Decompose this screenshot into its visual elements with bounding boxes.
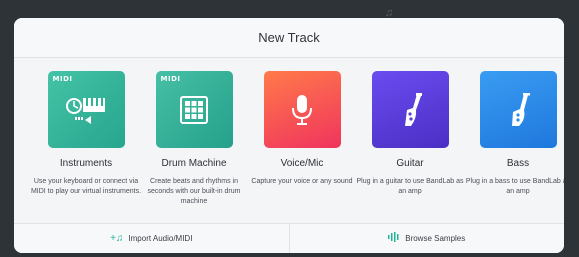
card-description: Plug in a bass to use BandLab as an amp [465, 178, 564, 195]
voice-mic-tile[interactable] [263, 71, 341, 148]
browse-label: Browse Samples [405, 234, 466, 243]
card-title: Drum Machine [161, 158, 227, 169]
card-guitar[interactable]: Guitar Plug in a guitar to use BandLab a… [356, 71, 464, 222]
modal-title: New Track [258, 30, 320, 45]
card-description: Use your keyboard or connect via MIDI to… [30, 178, 142, 195]
card-description: Plug in a guitar to use BandLab as an am… [356, 178, 464, 195]
modal-footer: +♫ Import Audio/MIDI Browse Samples [14, 223, 564, 253]
bass-icon [512, 92, 530, 126]
browse-samples-button[interactable]: Browse Samples [288, 224, 565, 253]
waveform-icon [388, 232, 400, 245]
card-title: Voice/Mic [280, 158, 324, 169]
drum-pads-icon [180, 95, 208, 124]
bass-tile[interactable] [479, 71, 557, 148]
track-type-cards: MIDI Instruments Use your keyboard or co… [14, 58, 564, 222]
new-track-modal: New Track MIDI Instruments Use your keyb… [14, 18, 564, 253]
card-voice-mic[interactable]: Voice/Mic Capture your voice or any soun… [248, 71, 356, 222]
card-title: Guitar [396, 158, 424, 169]
card-drum-machine[interactable]: MIDI Drum Machine Create beats and rhyth… [140, 71, 248, 222]
music-plus-icon: +♫ [110, 233, 124, 244]
midi-badge: MIDI [52, 75, 73, 83]
guitar-icon [405, 92, 422, 126]
midi-badge: MIDI [160, 75, 181, 83]
drum-machine-tile[interactable]: MIDI [155, 71, 233, 148]
card-title: Bass [506, 158, 530, 169]
instruments-tile[interactable]: MIDI [47, 71, 125, 148]
guitar-tile[interactable] [371, 71, 449, 148]
import-label: Import Audio/MIDI [128, 234, 193, 243]
card-description: Capture your voice or any sound [251, 178, 353, 185]
card-instruments[interactable]: MIDI Instruments Use your keyboard or co… [30, 71, 142, 222]
modal-header: New Track [14, 18, 564, 58]
import-audio-midi-button[interactable]: +♫ Import Audio/MIDI [14, 224, 289, 253]
microphone-icon [292, 94, 312, 125]
piano-trumpet-icon [66, 97, 105, 124]
card-bass[interactable]: Bass Plug in a bass to use BandLab as an… [464, 71, 564, 222]
card-description: Create beats and rhythms in seconds with… [147, 178, 241, 205]
card-title: Instruments [59, 158, 113, 169]
